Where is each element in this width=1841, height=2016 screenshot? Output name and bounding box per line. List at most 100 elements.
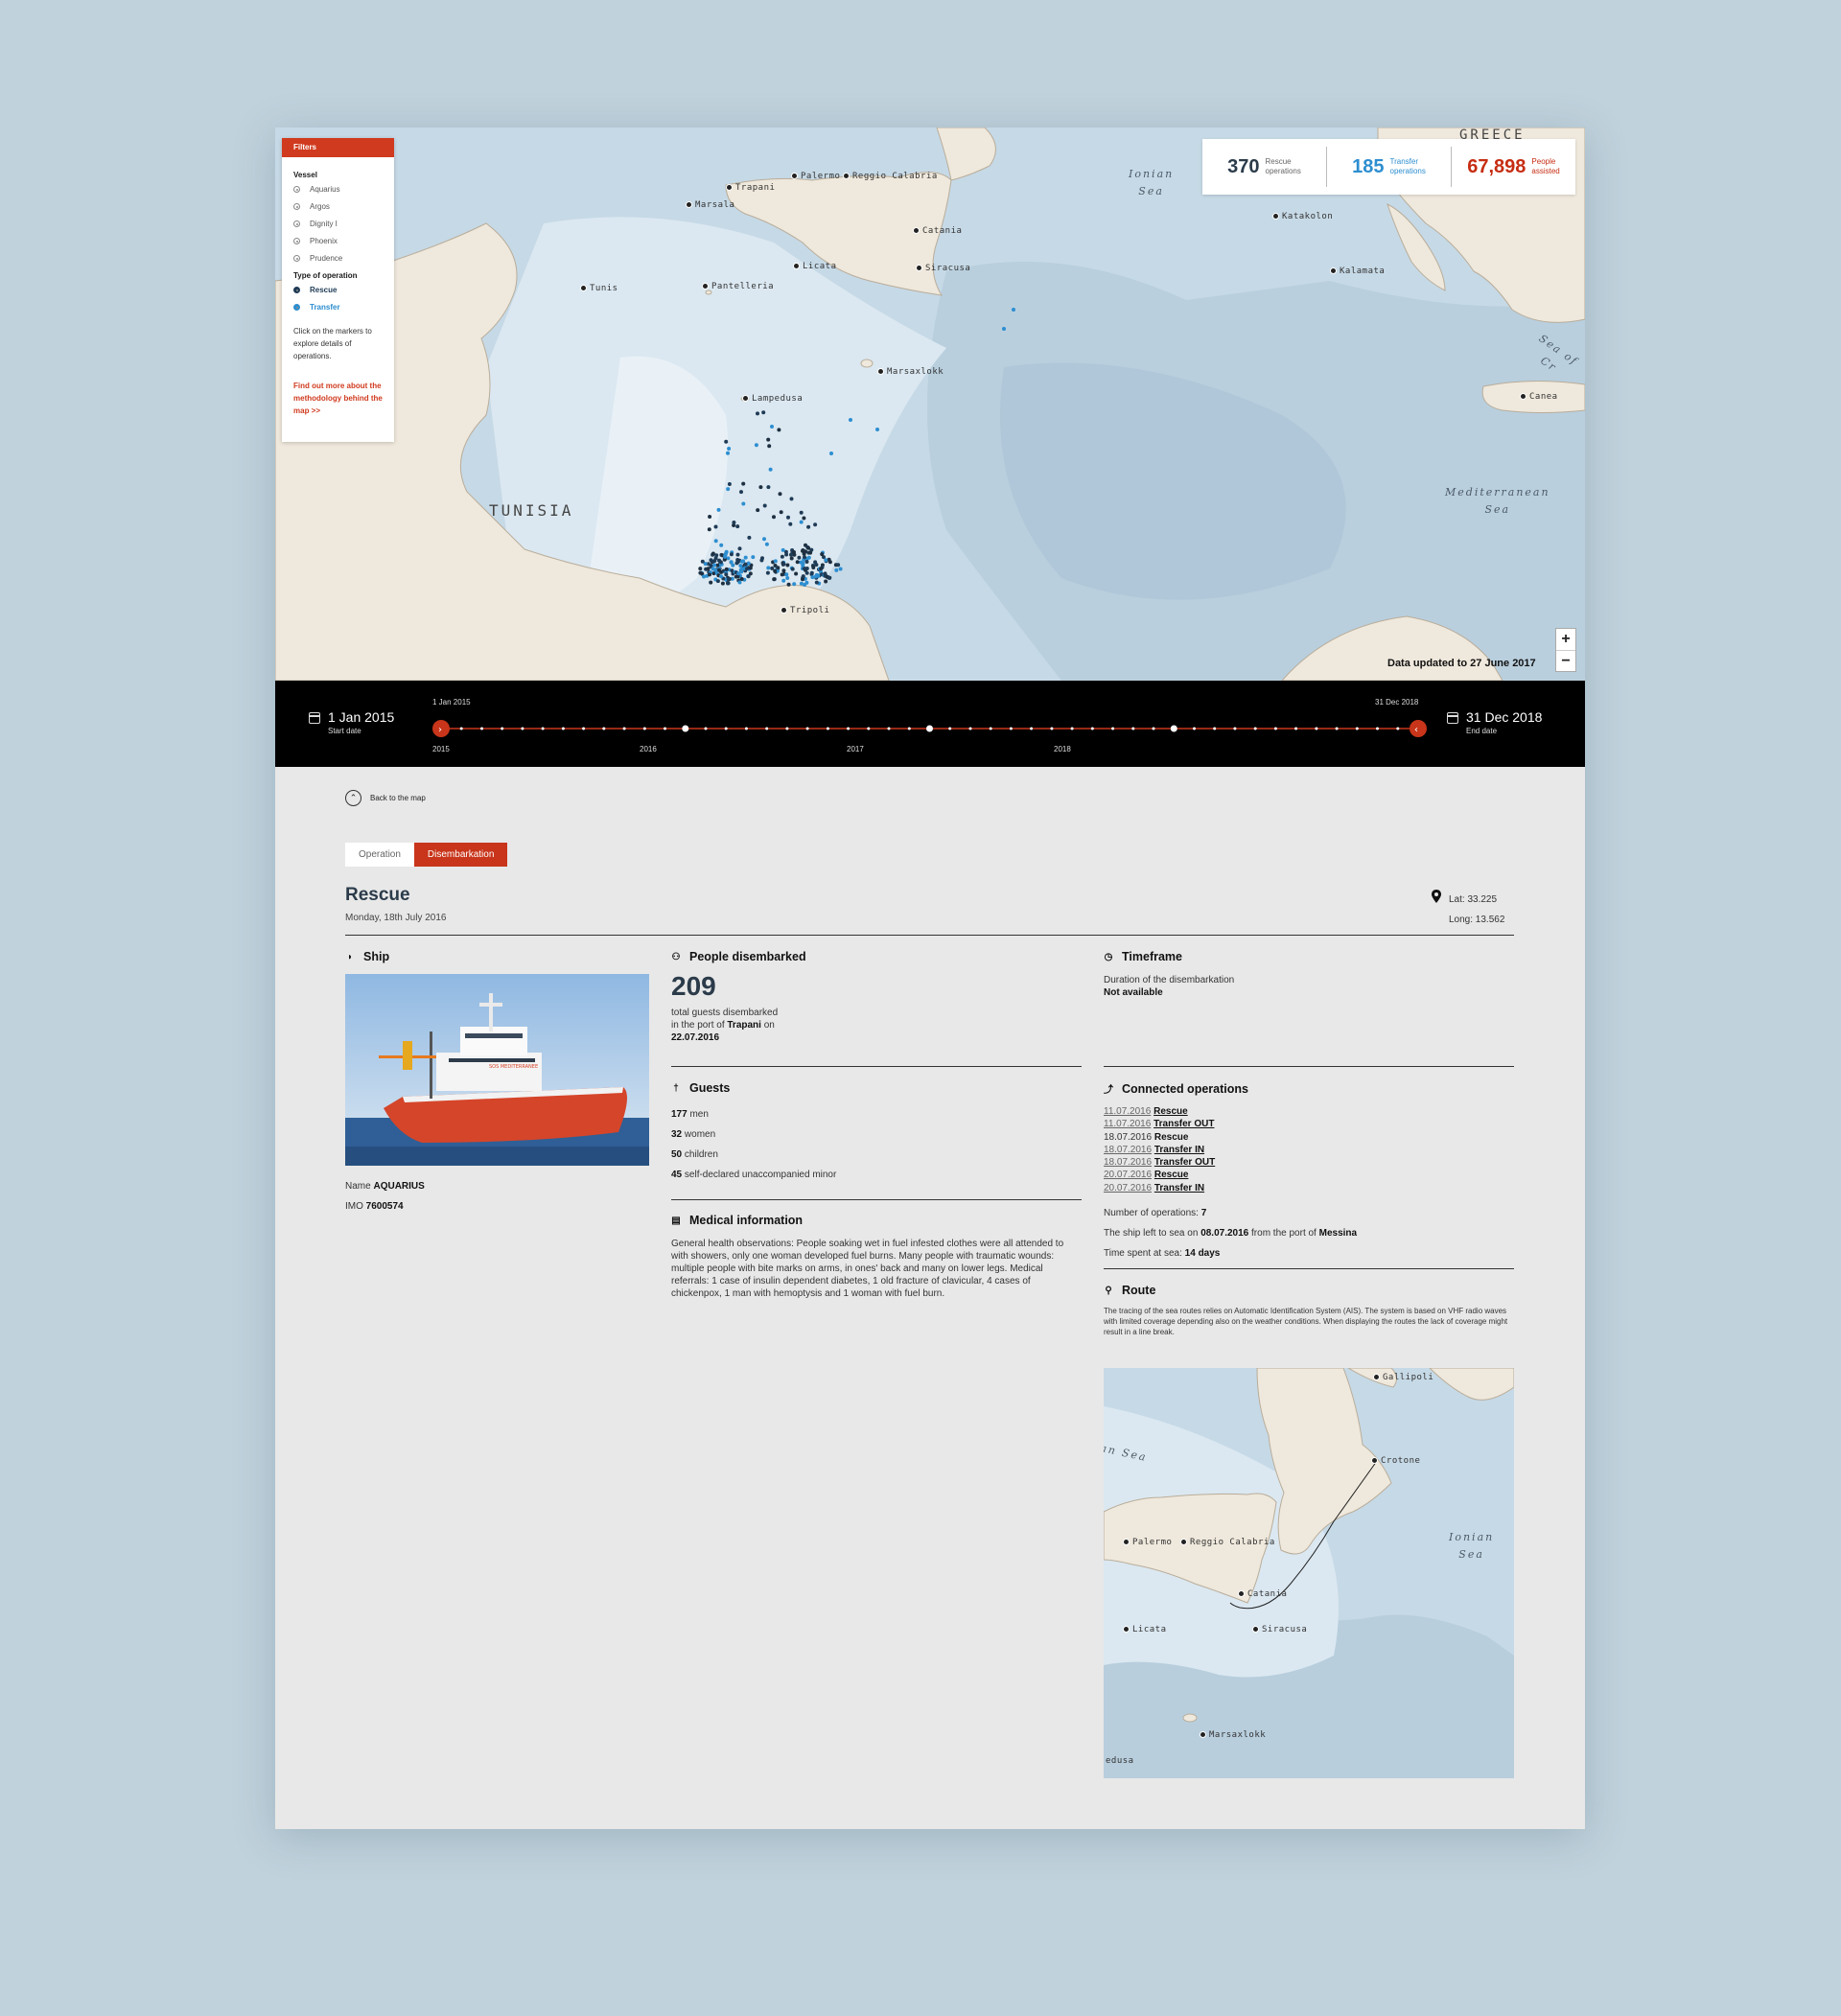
operation-marker[interactable]	[732, 521, 736, 524]
connected-date[interactable]: 20.07.2016	[1104, 1183, 1152, 1193]
operation-marker[interactable]	[767, 444, 772, 449]
operation-marker[interactable]	[811, 566, 816, 569]
operation-marker[interactable]	[813, 574, 818, 579]
operation-marker[interactable]	[875, 428, 879, 431]
operation-marker[interactable]	[778, 492, 782, 497]
timeline-end-handle[interactable]	[1410, 720, 1427, 737]
operation-marker[interactable]	[731, 563, 735, 568]
operation-marker[interactable]	[780, 572, 784, 577]
connected-date[interactable]: 11.07.2016	[1104, 1119, 1151, 1129]
operation-marker[interactable]	[735, 524, 740, 529]
operation-marker[interactable]	[792, 550, 796, 554]
operation-marker[interactable]	[739, 577, 744, 581]
operation-marker[interactable]	[739, 490, 743, 495]
operation-marker[interactable]	[801, 563, 805, 568]
filter-vessel-prudence[interactable]: Prudence	[293, 254, 383, 263]
operation-marker[interactable]	[698, 567, 703, 571]
operation-marker[interactable]	[777, 428, 781, 432]
operation-marker[interactable]	[754, 443, 758, 448]
operation-marker[interactable]	[814, 580, 819, 585]
operation-marker[interactable]	[707, 527, 711, 532]
filter-vessel-aquarius[interactable]: Aquarius	[293, 185, 383, 194]
filter-type-rescue[interactable]: Rescue	[293, 286, 383, 294]
operation-marker[interactable]	[1002, 327, 1006, 331]
connected-date[interactable]: 18.07.2016	[1104, 1145, 1152, 1155]
operation-marker[interactable]	[813, 522, 818, 527]
operation-marker[interactable]	[768, 467, 773, 472]
operation-marker[interactable]	[746, 574, 751, 579]
operation-marker[interactable]	[836, 563, 841, 568]
operation-marker[interactable]	[726, 487, 731, 492]
operation-marker[interactable]	[788, 521, 793, 526]
connected-date[interactable]: 20.07.2016	[1104, 1170, 1152, 1180]
operation-marker[interactable]	[824, 558, 828, 563]
connected-date[interactable]: 11.07.2016	[1104, 1106, 1151, 1117]
operation-marker[interactable]	[700, 559, 705, 564]
operation-marker[interactable]	[827, 560, 832, 565]
connected-item[interactable]: 11.07.2016 Rescue	[1104, 1105, 1215, 1118]
connected-item[interactable]: 11.07.2016 Transfer OUT	[1104, 1118, 1215, 1130]
operation-marker[interactable]	[712, 559, 717, 563]
operation-marker[interactable]	[849, 418, 852, 422]
operation-marker[interactable]	[724, 572, 729, 577]
operation-marker[interactable]	[781, 547, 785, 552]
operation-marker[interactable]	[727, 482, 732, 486]
operation-marker[interactable]	[761, 410, 766, 415]
operation-marker[interactable]	[781, 562, 786, 567]
filter-vessel-dignity[interactable]: Dignity I	[293, 220, 383, 228]
operation-marker[interactable]	[801, 574, 805, 579]
operation-marker[interactable]	[779, 510, 783, 515]
operation-marker[interactable]	[785, 563, 790, 568]
operation-marker[interactable]	[789, 497, 794, 501]
operation-marker[interactable]	[804, 549, 807, 554]
operation-marker[interactable]	[803, 555, 806, 560]
operation-marker[interactable]	[824, 579, 828, 584]
operation-marker[interactable]	[724, 549, 729, 554]
operation-marker[interactable]	[762, 537, 766, 542]
operation-marker[interactable]	[714, 553, 719, 558]
operation-marker[interactable]	[709, 558, 713, 563]
operation-marker[interactable]	[799, 510, 804, 515]
operation-marker[interactable]	[724, 567, 729, 571]
operation-marker[interactable]	[829, 452, 833, 455]
operation-marker[interactable]	[795, 560, 800, 565]
operation-marker[interactable]	[716, 507, 721, 512]
operation-marker[interactable]	[766, 566, 771, 570]
timeline-end-date[interactable]: 31 Dec 2018 End date	[1447, 709, 1542, 735]
operation-marker[interactable]	[741, 501, 746, 506]
operation-marker[interactable]	[726, 556, 731, 561]
operation-marker[interactable]	[770, 425, 774, 429]
operation-marker[interactable]	[719, 574, 723, 579]
zoom-in-button[interactable]: +	[1556, 629, 1575, 650]
operation-marker[interactable]	[785, 576, 790, 580]
back-to-map-link[interactable]: ⌃ Back to the map	[345, 790, 426, 806]
operation-marker[interactable]	[773, 568, 778, 573]
operation-marker[interactable]	[809, 570, 814, 575]
operation-marker[interactable]	[786, 582, 791, 587]
connected-item[interactable]: 18.07.2016 Transfer IN	[1104, 1144, 1215, 1156]
operation-marker[interactable]	[748, 566, 753, 570]
operation-marker[interactable]	[726, 577, 731, 582]
operation-marker[interactable]	[726, 581, 731, 586]
filter-type-transfer[interactable]: Transfer	[293, 303, 383, 312]
filter-vessel-phoenix[interactable]: Phoenix	[293, 237, 383, 245]
operation-marker[interactable]	[759, 558, 764, 563]
operation-marker[interactable]	[1012, 308, 1015, 312]
operations-map[interactable]: Trapani Palermo Reggio Calabria Marsala …	[275, 127, 1585, 681]
operation-marker[interactable]	[797, 555, 802, 560]
operation-marker[interactable]	[766, 485, 771, 490]
operation-marker[interactable]	[802, 516, 806, 521]
operation-marker[interactable]	[804, 580, 809, 585]
connected-item[interactable]: 20.07.2016 Transfer IN	[1104, 1182, 1215, 1194]
operation-marker[interactable]	[806, 545, 811, 550]
operation-marker[interactable]	[773, 559, 778, 564]
operation-marker[interactable]	[718, 560, 723, 565]
operation-marker[interactable]	[734, 574, 738, 579]
connected-item[interactable]: 18.07.2016 Transfer OUT	[1104, 1156, 1215, 1169]
operation-marker[interactable]	[729, 552, 734, 557]
operation-marker[interactable]	[789, 556, 794, 561]
operation-marker[interactable]	[711, 571, 716, 576]
operation-marker[interactable]	[806, 524, 811, 529]
operation-marker[interactable]	[736, 571, 741, 576]
operation-marker[interactable]	[781, 578, 786, 583]
